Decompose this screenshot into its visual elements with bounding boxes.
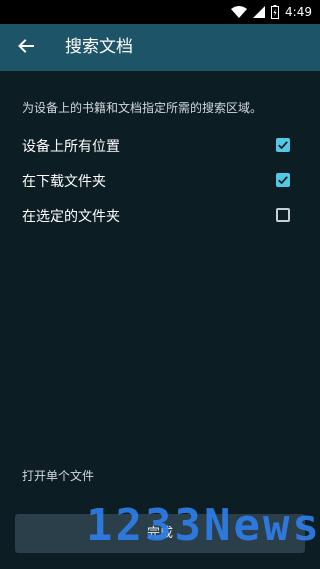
done-button[interactable]: 完成 — [15, 514, 305, 553]
checkbox-checked[interactable] — [276, 138, 290, 152]
back-button[interactable] — [8, 28, 44, 68]
option-label: 设备上所有位置 — [22, 139, 120, 155]
status-icons: 4:49 — [231, 0, 312, 24]
check-icon — [278, 141, 288, 150]
checkbox-checked[interactable] — [276, 173, 290, 187]
wifi-icon — [231, 6, 248, 18]
option-all-locations[interactable]: 设备上所有位置 — [0, 132, 320, 162]
option-label: 在选定的文件夹 — [22, 209, 120, 225]
app-bar: 搜索文档 — [0, 24, 320, 71]
check-icon — [278, 176, 288, 185]
option-download-folder[interactable]: 在下载文件夹 — [0, 167, 320, 197]
arrow-left-icon — [17, 37, 35, 59]
description-text: 为设备上的书籍和文档指定所需的搜索区域。 — [22, 101, 263, 115]
signal-icon — [253, 6, 266, 18]
battery-icon — [271, 5, 280, 19]
page-title: 搜索文档 — [65, 37, 133, 57]
open-single-file-link[interactable]: 打开单个文件 — [22, 468, 94, 484]
status-time: 4:49 — [285, 5, 312, 19]
checkbox-unchecked[interactable] — [276, 208, 290, 222]
option-selected-folder[interactable]: 在选定的文件夹 — [0, 202, 320, 232]
option-label: 在下载文件夹 — [22, 174, 106, 190]
status-bar: 4:49 — [0, 0, 320, 24]
done-button-label: 完成 — [146, 526, 173, 541]
